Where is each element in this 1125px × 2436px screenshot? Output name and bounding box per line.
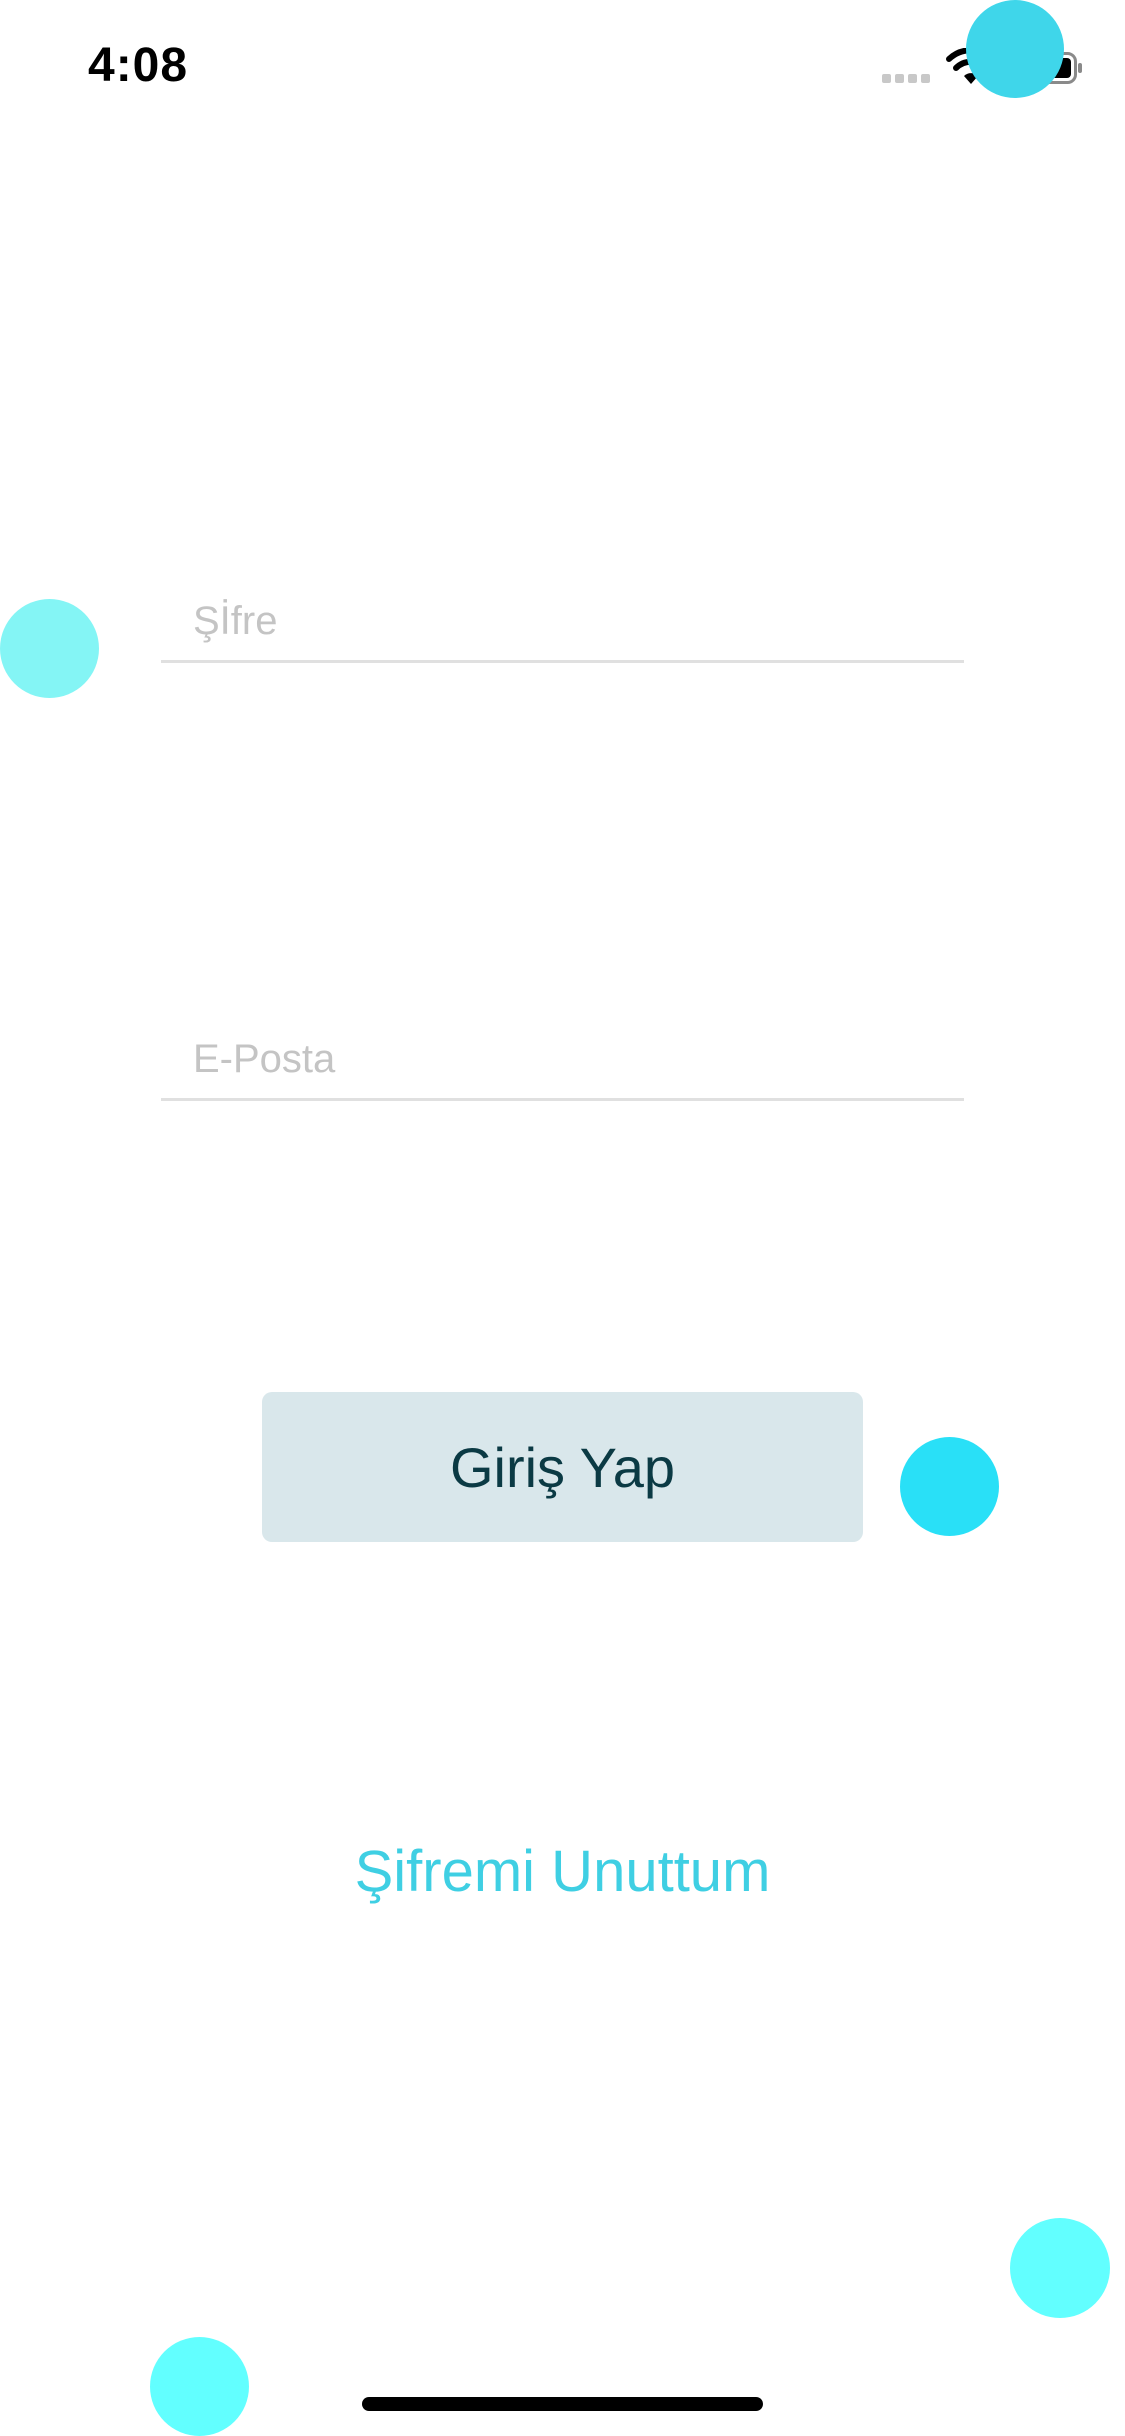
decor-circle	[1010, 2218, 1110, 2318]
cellular-signal-icon	[882, 74, 930, 83]
forgot-password-link[interactable]: Şifremi Unuttum	[0, 1838, 1125, 1905]
email-field[interactable]	[161, 1021, 964, 1101]
decor-circle	[900, 1437, 999, 1536]
password-field[interactable]	[161, 583, 964, 663]
decor-circle	[966, 0, 1064, 98]
home-indicator[interactable]	[362, 2397, 763, 2411]
decor-circle	[0, 599, 99, 698]
status-time: 4:08	[88, 39, 189, 92]
login-button[interactable]: Giriş Yap	[262, 1392, 863, 1542]
decor-circle	[150, 2337, 249, 2436]
